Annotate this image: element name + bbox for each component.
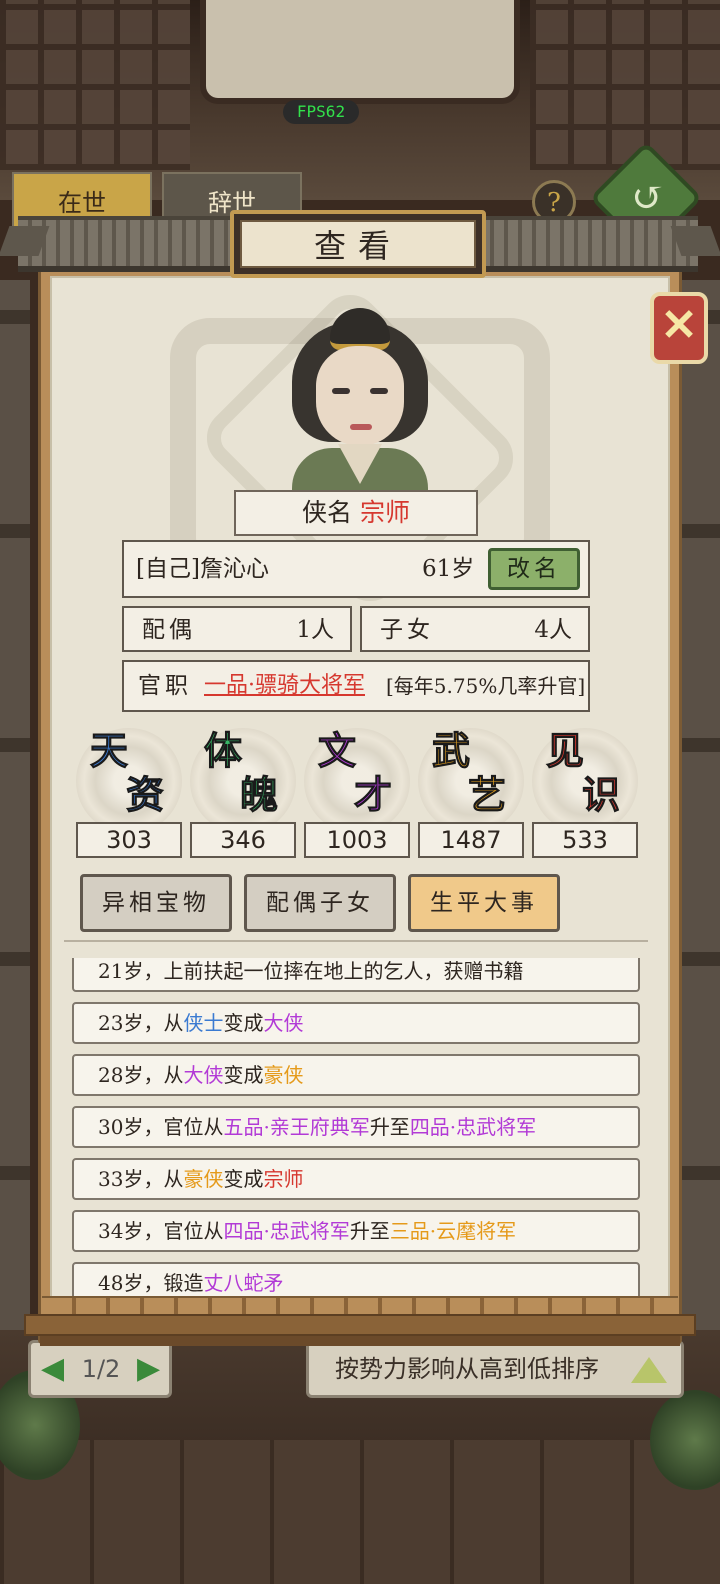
portrait-mouth bbox=[350, 424, 372, 430]
event-highlight: 四品·忠武将军 bbox=[409, 1115, 537, 1139]
lattice-window-left bbox=[0, 0, 190, 170]
next-page-icon[interactable]: ▶ bbox=[137, 1351, 160, 1386]
pagination: ◀ 1/2 ▶ bbox=[28, 1340, 172, 1398]
attribute-char-2: 艺 bbox=[467, 772, 507, 817]
attribute-char-2: 资 bbox=[125, 772, 165, 817]
frame-bottom-rail bbox=[42, 1296, 678, 1316]
attribute-talent: 天 资 303 bbox=[76, 728, 182, 858]
lattice-window-right bbox=[530, 0, 720, 170]
painting-window bbox=[200, 0, 520, 104]
floor bbox=[0, 1440, 720, 1584]
frame-bottom-bar bbox=[24, 1314, 696, 1336]
character-age: 61岁 bbox=[422, 556, 475, 582]
attribute-value: 533 bbox=[532, 822, 638, 858]
event-highlight: 大侠 bbox=[263, 1011, 304, 1035]
event-item: 30岁，官位从五品·亲王府典军升至四品·忠武将军 bbox=[72, 1106, 640, 1148]
attribute-value: 1487 bbox=[418, 822, 524, 858]
frame-bottom-base bbox=[40, 1336, 680, 1346]
event-text: 48岁，锻造 bbox=[98, 1271, 204, 1295]
children-label: 子女 bbox=[380, 617, 434, 643]
rename-button[interactable]: 改名 bbox=[488, 548, 580, 590]
fps-counter: FPS62 bbox=[283, 100, 359, 124]
sort-triangle-icon bbox=[631, 1357, 667, 1383]
event-highlight: 宗师 bbox=[263, 1167, 304, 1191]
event-highlight: 大侠 bbox=[183, 1063, 224, 1087]
event-text: 21岁，上前扶起一位摔在地上的乞人，获赠书籍 bbox=[98, 959, 524, 983]
portrait-eye bbox=[332, 388, 350, 394]
office-value-link[interactable]: 一品·骠骑大将军 bbox=[204, 662, 365, 710]
event-highlight: 丈八蛇矛 bbox=[203, 1271, 284, 1295]
attribute-char-2: 才 bbox=[353, 772, 393, 817]
page-indicator: 1/2 bbox=[81, 1355, 121, 1383]
office-row: 官职 一品·骠骑大将军 [每年5.75%几率升官] bbox=[122, 660, 590, 712]
event-item: 23岁，从侠士变成大侠 bbox=[72, 1002, 640, 1044]
attribute-literary: 文 才 1003 bbox=[304, 728, 410, 858]
attribute-char-1: 文 bbox=[317, 728, 357, 773]
attribute-char-1: 天 bbox=[89, 728, 129, 773]
tab-treasures[interactable]: 异相宝物 bbox=[80, 874, 232, 932]
nickname-value: 宗师 bbox=[360, 498, 411, 527]
event-item: 34岁，官位从四品·忠武将军升至三品·云麾将军 bbox=[72, 1210, 640, 1252]
event-item: 33岁，从豪侠变成宗师 bbox=[72, 1158, 640, 1200]
event-text: 升至 bbox=[349, 1219, 390, 1243]
portrait-face bbox=[316, 346, 404, 446]
attribute-char-1: 体 bbox=[203, 728, 243, 773]
event-highlight: 三品·云麾将军 bbox=[389, 1219, 517, 1243]
sort-label: 按势力影响从高到低排序 bbox=[335, 1355, 599, 1383]
children-row: 子女 4人 bbox=[360, 606, 590, 652]
attribute-martial: 武 艺 1487 bbox=[418, 728, 524, 858]
attribute-value: 1003 bbox=[304, 822, 410, 858]
event-text: 变成 bbox=[223, 1167, 264, 1191]
name-row: [自己]詹沁心 61岁 改名 bbox=[122, 540, 590, 598]
portrait-hair-bun bbox=[330, 308, 390, 350]
background-list-left bbox=[0, 280, 30, 1380]
event-text: 33岁，从 bbox=[98, 1167, 184, 1191]
background-list-right bbox=[680, 280, 720, 1380]
attribute-insight: 见 识 533 bbox=[532, 728, 638, 858]
attribute-physique: 体 魄 346 bbox=[190, 728, 296, 858]
event-text: 34岁，官位从 bbox=[98, 1219, 224, 1243]
attribute-value: 303 bbox=[76, 822, 182, 858]
event-text: 变成 bbox=[223, 1011, 264, 1035]
attribute-value: 346 bbox=[190, 822, 296, 858]
attribute-char-1: 见 bbox=[545, 728, 585, 773]
spouse-row: 配偶 1人 bbox=[122, 606, 352, 652]
character-portrait bbox=[286, 308, 434, 498]
portrait-eye bbox=[370, 388, 388, 394]
event-item: 21岁，上前扶起一位摔在地上的乞人，获赠书籍 bbox=[72, 958, 640, 992]
event-highlight: 豪侠 bbox=[183, 1167, 224, 1191]
event-text: 23岁，从 bbox=[98, 1011, 184, 1035]
nickname-label: 侠名 bbox=[301, 498, 352, 527]
spouse-label: 配偶 bbox=[142, 617, 196, 643]
close-button[interactable]: ✕ bbox=[650, 292, 708, 364]
event-text: 30岁，官位从 bbox=[98, 1115, 224, 1139]
life-events-list[interactable]: 21岁，上前扶起一位摔在地上的乞人，获赠书籍 23岁，从侠士变成大侠 28岁，从大侠… bbox=[60, 958, 656, 1296]
tab-life-events[interactable]: 生平大事 bbox=[408, 874, 560, 932]
event-highlight: 侠士 bbox=[183, 1011, 224, 1035]
event-text: 升至 bbox=[369, 1115, 410, 1139]
title-plaque: 查看 bbox=[230, 210, 486, 278]
event-highlight: 豪侠 bbox=[263, 1063, 304, 1087]
event-highlight: 四品·忠武将军 bbox=[223, 1219, 350, 1243]
prev-page-icon[interactable]: ◀ bbox=[41, 1351, 64, 1386]
character-name: [自己]詹沁心 bbox=[136, 556, 269, 582]
divider bbox=[64, 940, 648, 952]
event-highlight: 五品·亲王府典军 bbox=[223, 1115, 370, 1139]
office-label: 官职 bbox=[138, 673, 192, 699]
modal-title: 查看 bbox=[240, 220, 476, 268]
spouse-count: 1人 bbox=[296, 617, 334, 643]
attribute-char-1: 武 bbox=[431, 728, 471, 773]
event-item: 28岁，从大侠变成豪侠 bbox=[72, 1054, 640, 1096]
tab-family[interactable]: 配偶子女 bbox=[244, 874, 396, 932]
attribute-char-2: 识 bbox=[581, 772, 621, 817]
event-item: 48岁，锻造丈八蛇矛 bbox=[72, 1262, 640, 1296]
sort-button[interactable]: 按势力影响从高到低排序 bbox=[306, 1340, 684, 1398]
event-text: 变成 bbox=[223, 1063, 264, 1087]
attribute-char-2: 魄 bbox=[239, 772, 279, 817]
nickname-box: 侠名 宗师 bbox=[234, 490, 478, 536]
promotion-rate: [每年5.75%几率升官] bbox=[386, 674, 586, 698]
children-count: 4人 bbox=[534, 617, 572, 643]
event-text: 28岁，从 bbox=[98, 1063, 184, 1087]
